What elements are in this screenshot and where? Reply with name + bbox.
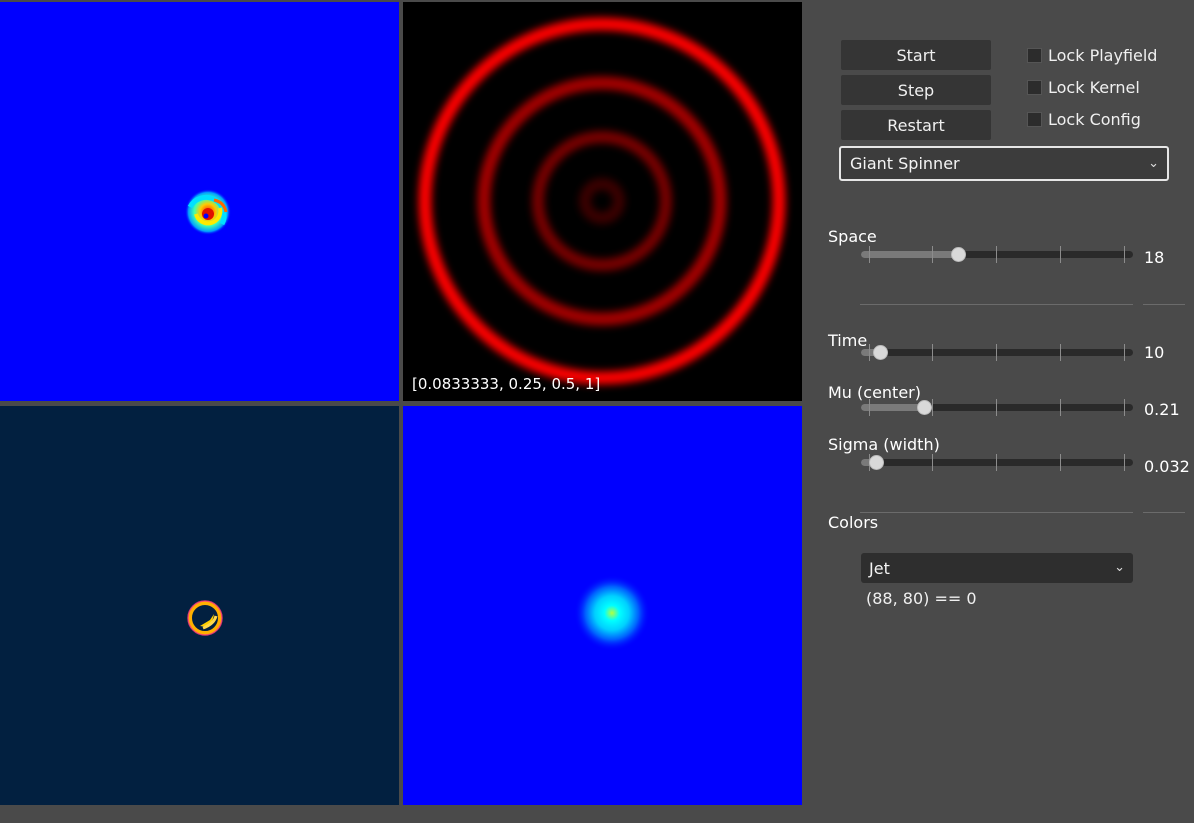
slider-track (861, 349, 1133, 356)
lock-playfield-checkbox[interactable] (1027, 47, 1042, 63)
slider-tick (932, 246, 933, 263)
preset-value: Giant Spinner (850, 154, 960, 173)
sigma-value: 0.032 (1144, 457, 1190, 476)
potential-render (574, 575, 650, 651)
start-button[interactable]: Start (841, 40, 991, 70)
kernel-view: [0.0833333, 0.25, 0.5, 1] (403, 2, 802, 401)
slider-tick (1124, 344, 1125, 361)
slider-thumb[interactable] (873, 345, 888, 360)
lock-playfield-toggle[interactable]: Lock Playfield (1027, 45, 1157, 65)
divider (860, 304, 1133, 305)
lock-kernel-toggle[interactable]: Lock Kernel (1027, 77, 1140, 97)
lock-kernel-checkbox[interactable] (1027, 79, 1042, 95)
time-slider[interactable] (861, 343, 1133, 363)
lock-config-label: Lock Config (1048, 109, 1141, 129)
slider-tick (932, 344, 933, 361)
sigma-slider[interactable] (861, 453, 1133, 473)
cell-readout: (88, 80) == 0 (866, 589, 977, 608)
slider-tick (869, 246, 870, 263)
time-value: 10 (1144, 343, 1165, 362)
slider-fill (861, 404, 924, 411)
lock-playfield-label: Lock Playfield (1048, 45, 1158, 65)
sigma-label: Sigma (width) (828, 435, 940, 454)
slider-tick (1060, 344, 1061, 361)
kernel-peaks-label: [0.0833333, 0.25, 0.5, 1] (412, 375, 601, 393)
slider-fill (861, 251, 958, 258)
step-button[interactable]: Step (841, 75, 991, 105)
slider-tick (1124, 454, 1125, 471)
slider-tick (996, 344, 997, 361)
lock-config-checkbox[interactable] (1027, 111, 1042, 127)
playfield-view[interactable] (0, 2, 399, 401)
colormap-select[interactable]: Jet ⌄ (861, 553, 1133, 583)
potential-view[interactable] (403, 406, 802, 805)
preset-select[interactable]: Giant Spinner ⌄ (839, 146, 1169, 181)
slider-tick (1060, 246, 1061, 263)
slider-thumb[interactable] (951, 247, 966, 262)
growth-view[interactable] (0, 406, 399, 805)
slider-thumb[interactable] (869, 455, 884, 470)
space-slider[interactable] (861, 245, 1133, 265)
chevron-down-icon: ⌄ (1148, 155, 1159, 171)
slider-tick (932, 399, 933, 416)
lock-kernel-label: Lock Kernel (1048, 77, 1140, 97)
chevron-down-icon: ⌄ (1114, 559, 1125, 575)
mu-value: 0.21 (1144, 400, 1180, 419)
colormap-value: Jet (869, 558, 890, 578)
slider-track (861, 459, 1133, 466)
space-value: 18 (1144, 248, 1165, 267)
kernel-rings (418, 17, 786, 385)
restart-button[interactable]: Restart (841, 110, 991, 140)
divider (860, 512, 1133, 513)
slider-tick (996, 399, 997, 416)
divider (1143, 304, 1185, 305)
space-label: Space (828, 227, 877, 246)
slider-tick (869, 399, 870, 416)
slider-tick (1124, 399, 1125, 416)
creature-render (185, 189, 231, 235)
colors-label: Colors (828, 513, 879, 532)
mu-slider[interactable] (861, 398, 1133, 418)
divider (1143, 512, 1185, 513)
slider-tick (996, 454, 997, 471)
growth-render (187, 600, 223, 636)
slider-tick (1060, 454, 1061, 471)
slider-tick (869, 344, 870, 361)
slider-tick (1060, 399, 1061, 416)
slider-tick (1124, 246, 1125, 263)
slider-tick (932, 454, 933, 471)
slider-thumb[interactable] (917, 400, 932, 415)
slider-tick (996, 246, 997, 263)
lock-config-toggle[interactable]: Lock Config (1027, 109, 1141, 129)
